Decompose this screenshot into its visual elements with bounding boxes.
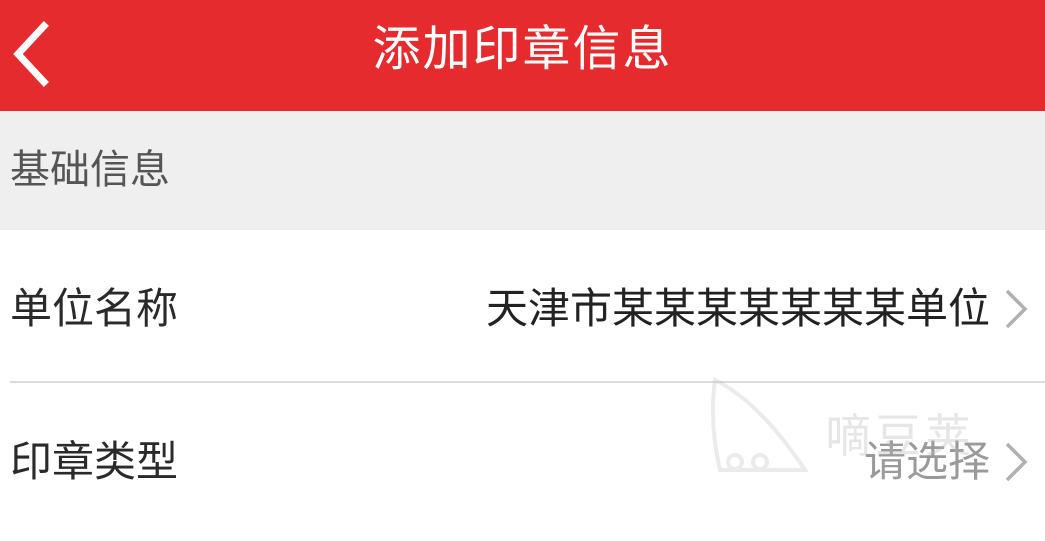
unit-name-value: 天津市某某某某某某某单位 xyxy=(485,284,990,333)
chevron-right-icon xyxy=(1005,442,1028,482)
page-title: 添加印章信息 xyxy=(372,21,673,77)
unit-name-row[interactable]: 单位名称 天津市某某某某某某某单位 xyxy=(0,230,1045,382)
chevron-right-icon xyxy=(1005,289,1028,329)
section-title: 基础信息 xyxy=(10,147,170,193)
unit-name-label: 单位名称 xyxy=(10,284,179,333)
seal-type-row[interactable]: 印章类型 请选择 xyxy=(0,383,1045,519)
seal-type-placeholder: 请选择 xyxy=(863,437,990,486)
section-header: 基础信息 xyxy=(0,111,1045,230)
top-navigation-bar: 添加印章信息 xyxy=(0,0,1045,111)
seal-type-label: 印章类型 xyxy=(10,437,179,486)
